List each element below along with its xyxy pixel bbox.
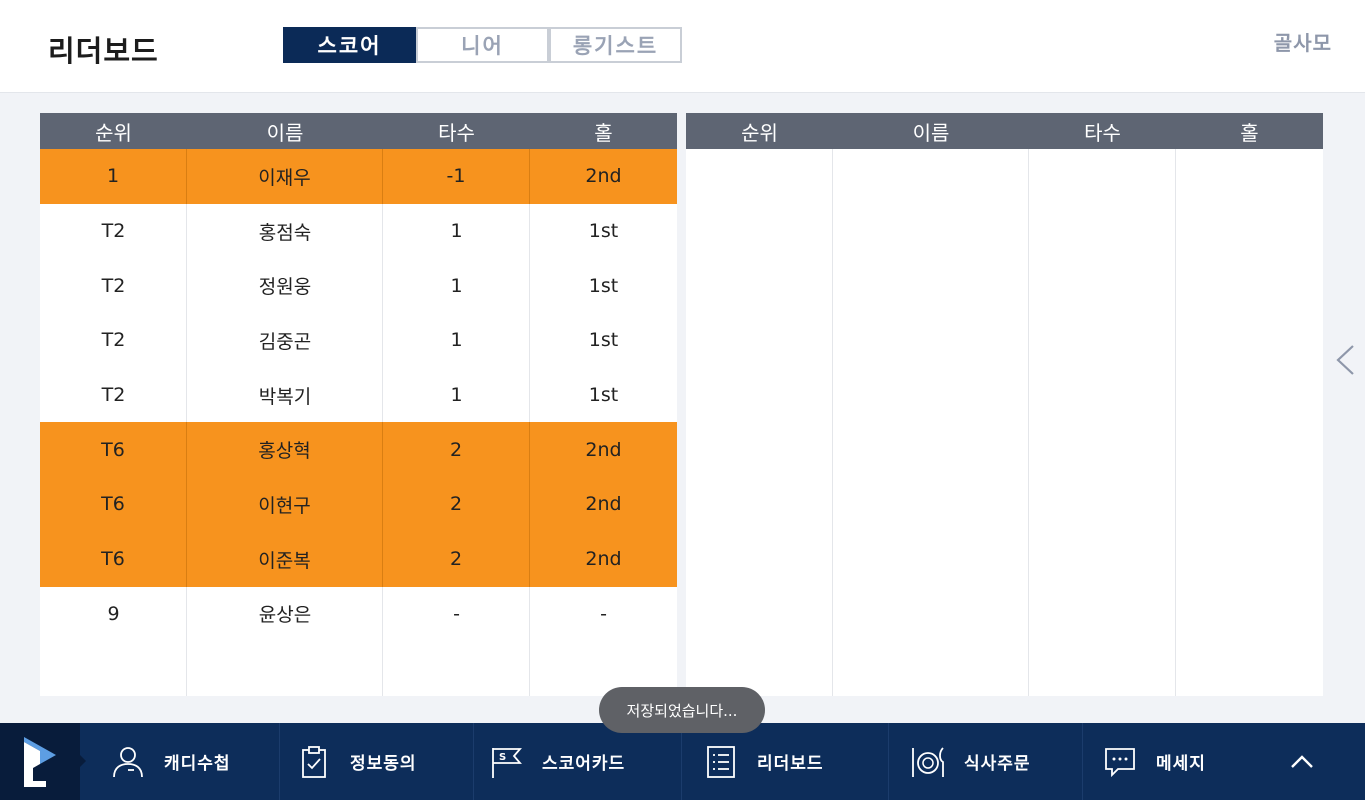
table-row[interactable]: 9 윤상은 - - [40,587,677,642]
svg-text:S: S [499,752,506,763]
leaderboard-table-left: 순위 이름 타수 홀 1 이재우 -1 2nd T2 홍점숙 1 1st T2 정원웅 1 1st T2… [40,113,677,696]
name-cell: 김중곤 [258,330,312,353]
name-cell: 정원웅 [258,276,312,299]
rank-cell: T2 [101,220,126,243]
nav-label: 메세지 [1156,754,1206,774]
chevron-up-icon[interactable] [1284,743,1320,779]
rank-cell: T2 [101,329,126,352]
rank-cell: T6 [40,422,187,478]
name-cell: 홍점숙 [258,221,312,244]
chevron-left-icon[interactable] [1333,343,1357,377]
table-row[interactable]: 1 이재우 -1 2nd [40,149,677,204]
scorecard-flag-icon: S [486,742,526,782]
hole-cell: 2nd [585,438,622,461]
strokes-cell: 2 [383,531,530,587]
column-header-rank: 순위 [95,120,132,145]
message-icon [1100,742,1140,782]
name-cell: 이준복 [187,531,383,587]
top-bar: 리더보드 스코어 니어 롱기스트 골사모 [0,0,1365,93]
toast-message: 저장되었습니다... [599,687,765,733]
column-header-hole: 홀 [1240,120,1259,145]
column-header-strokes: 타수 [438,120,475,145]
club-name: 골사모 [1273,31,1332,55]
nav-label: 리더보드 [757,754,824,774]
table-row[interactable]: T2 박복기 1 1st [40,368,677,423]
rank-cell: T6 [40,531,187,587]
name-cell: 박복기 [258,385,312,408]
table-row[interactable]: T6 홍상혁 2 2nd [40,422,677,478]
name-cell: 이재우 [187,149,383,204]
column-header-hole: 홀 [594,120,613,145]
nav-scorecard[interactable]: S 스코어카드 [486,723,625,800]
name-cell: 홍상혁 [187,422,383,478]
nav-meal-order[interactable]: 식사주문 [908,723,1031,800]
tab-score[interactable]: 스코어 [283,27,416,63]
strokes-cell: 1 [450,220,463,243]
hole-cell: 2nd [585,165,622,188]
nav-label: 정보동의 [350,754,417,774]
logo[interactable] [0,723,80,800]
rank-cell: T6 [40,477,187,532]
nav-message[interactable]: 메세지 [1100,723,1206,800]
strokes-cell: 1 [450,329,463,352]
hole-cell: 1st [588,274,619,297]
column-dividers [686,149,1323,696]
table-row[interactable]: T2 홍점숙 1 1st [40,204,677,259]
hole-cell: 2nd [585,493,622,516]
tab-near[interactable]: 니어 [416,27,549,63]
brand-logo-icon [24,737,56,787]
name-cell: 윤상은 [258,604,312,627]
table-row[interactable]: T6 이현구 2 2nd [40,477,677,532]
nav-label: 스코어카드 [542,754,626,774]
nav-caddie-notebook[interactable]: 캐디수첩 [108,723,231,800]
column-header-strokes: 타수 [1084,120,1121,145]
strokes-cell: -1 [383,149,530,204]
bottom-nav-bar: 캐디수첩 정보동의 S 스코어카드 리더보드 식사주문 메세지 [0,723,1365,800]
list-icon [701,742,741,782]
name-cell: 이현구 [187,477,383,532]
leaderboard-tabs: 스코어 니어 롱기스트 [283,27,682,63]
column-header-name: 이름 [266,120,304,145]
hole-cell: 1st [588,220,619,243]
table-row[interactable]: T2 정원웅 1 1st [40,258,677,313]
nav-info-consent[interactable]: 정보동의 [294,723,417,800]
meal-icon [908,742,948,782]
strokes-cell: 2 [383,422,530,478]
strokes-cell: 1 [450,384,463,407]
leaderboard-table-right: 순위 이름 타수 홀 [686,113,1323,696]
column-header-rank: 순위 [741,120,778,145]
hole-cell: 1st [588,384,619,407]
rank-cell: 1 [40,149,187,204]
hole-cell: 2nd [585,548,622,571]
hole-cell: 1st [588,329,619,352]
nav-leaderboard[interactable]: 리더보드 [701,723,824,800]
table-row[interactable]: T2 김중곤 1 1st [40,313,677,368]
clipboard-check-icon [294,742,334,782]
strokes-cell: 2 [383,477,530,532]
tab-longest[interactable]: 롱기스트 [549,27,682,63]
table-header: 순위 이름 타수 홀 [40,113,677,149]
rank-cell: T2 [101,384,126,407]
nav-label: 식사주문 [964,754,1031,774]
hole-cell: - [600,602,607,625]
page-title: 리더보드 [48,34,159,68]
rank-cell: T2 [101,274,126,297]
rank-cell: 9 [107,602,120,625]
column-header-name: 이름 [912,120,950,145]
table-header: 순위 이름 타수 홀 [686,113,1323,149]
caddie-person-icon [108,742,148,782]
table-row[interactable]: T6 이준복 2 2nd [40,531,677,587]
strokes-cell: 1 [450,274,463,297]
strokes-cell: - [453,602,460,625]
nav-label: 캐디수첩 [164,754,231,774]
table-body: 1 이재우 -1 2nd T2 홍점숙 1 1st T2 정원웅 1 1st T2 김중곤 1 1st T2 박복… [40,149,677,641]
